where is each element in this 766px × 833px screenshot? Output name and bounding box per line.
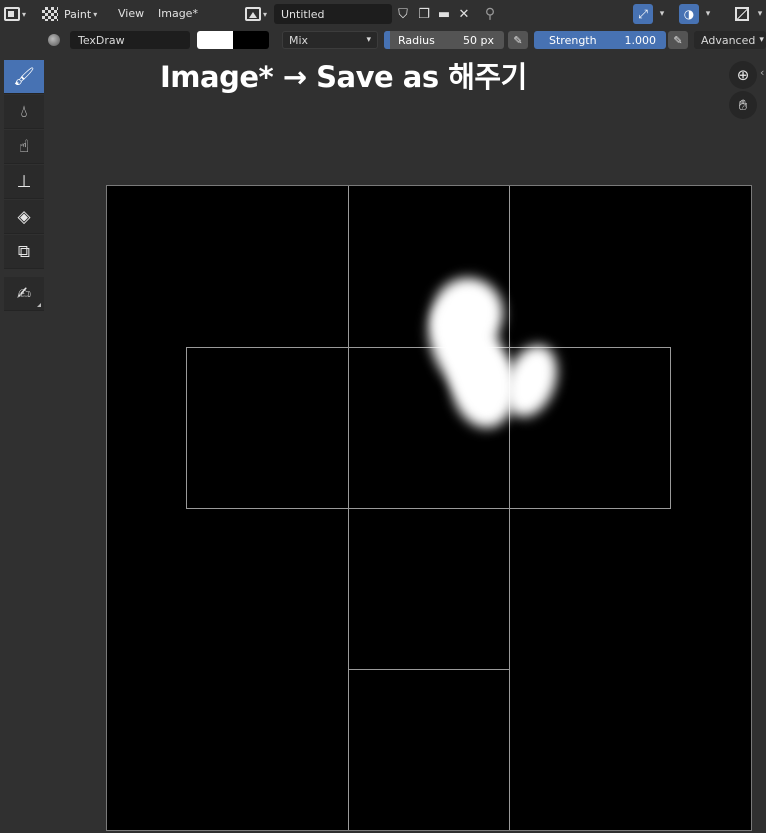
tool-settings-bar: TexDraw Mix ▾ Radius 50 px ✎ Strength 1.… [0,28,766,52]
tool-variants-corner [37,303,41,307]
advanced-dropdown[interactable]: Advanced ▾ [694,31,766,49]
display-channels-dropdown[interactable]: ▾ [752,4,766,24]
menu-image[interactable]: Image* [158,7,198,20]
overlay-icon: ◑ [683,7,695,21]
uv-face-lower [348,508,510,670]
radius-slider-fill [384,31,390,49]
tool-soften[interactable]: 💧︎ [4,95,44,129]
duplicate-icon: ❐ [418,6,430,22]
mode-label: Paint [64,7,92,21]
pan-view-button[interactable]: ✋︎ [729,91,757,119]
strength-value: 1.000 [624,33,657,47]
radius-slider[interactable]: Radius 50 px [384,31,504,49]
hand-icon: ✋︎ [738,96,748,114]
tool-mask[interactable]: ⧉ [4,235,44,269]
checkerboard-icon [42,7,58,21]
secondary-color-swatch[interactable] [233,31,269,49]
tool-clone[interactable]: ⊥ [4,165,44,199]
chevron-down-icon: ▾ [22,9,27,19]
chevron-down-icon: ▾ [659,9,665,19]
chevron-down-icon: ▾ [93,9,98,19]
gizmo-icon: ⤢ [638,6,648,21]
tool-draw[interactable]: 🖌︎ [4,60,44,94]
primary-color-swatch[interactable] [197,31,233,49]
show-gizmo-toggle[interactable]: ⤢ [633,4,653,24]
stamp-icon: ⊥ [16,171,32,192]
zoom-view-button[interactable]: ⊕ [729,61,757,89]
tool-smear[interactable]: ☝︎ [4,130,44,164]
image-editor-header: ▾ Paint ▾ View Image* ▾ Untitled ⛉ ❐ ▬ ✕… [0,0,766,28]
advanced-label: Advanced [701,33,756,47]
new-image-button[interactable]: ❐ [414,4,434,24]
mode-selector[interactable]: Paint ▾ [42,4,106,24]
blend-mode-select[interactable]: Mix ▾ [282,31,378,49]
zoom-icon: ⊕ [736,66,750,84]
annotate-pen-icon: ✍︎ [16,283,32,304]
droplet-icon: 💧︎ [20,101,28,122]
display-channels-icon [735,7,749,21]
menu-view[interactable]: View [118,7,144,20]
paint-bucket-icon: ◈ [17,206,31,227]
instruction-annotation: Image* → Save as 해주기 [160,60,527,94]
image-editor-icon [4,7,20,21]
brush-preview-icon[interactable] [48,34,60,46]
mask-icon: ⧉ [17,241,31,262]
show-overlays-toggle[interactable]: ◑ [679,4,699,24]
pin-button[interactable]: ⚲ [480,4,500,24]
chevron-down-icon: ▾ [759,35,764,45]
folder-icon: ▬ [437,6,451,22]
region-toggle-arrow-icon[interactable]: ‹ [760,66,764,79]
gizmo-options-dropdown[interactable]: ▾ [654,4,670,24]
radius-value: 50 px [463,33,494,47]
image-canvas[interactable] [106,185,752,831]
tool-fill[interactable]: ◈ [4,200,44,234]
strength-pressure-toggle[interactable]: ✎ [668,31,688,49]
image-icon [245,7,261,21]
uv-face-bottom [348,669,510,830]
shield-icon: ⛉ [398,6,408,22]
radius-label: Radius [398,33,435,47]
strength-slider[interactable]: Strength 1.000 [534,31,666,49]
chevron-down-icon: ▾ [263,9,268,19]
smear-icon: ☝︎ [18,136,30,157]
brush-name-field[interactable]: TexDraw [70,31,190,49]
chevron-down-icon: ▾ [366,35,371,45]
pen-pressure-icon: ✎ [513,33,523,47]
fake-user-button[interactable]: ⛉ [393,4,413,24]
pin-icon: ⚲ [484,6,496,22]
radius-pressure-toggle[interactable]: ✎ [508,31,528,49]
close-icon: ✕ [458,6,470,22]
unlink-image-button[interactable]: ✕ [454,4,474,24]
overlay-options-dropdown[interactable]: ▾ [700,4,716,24]
editor-type-selector[interactable]: ▾ [4,4,36,24]
chevron-down-icon: ▾ [705,9,711,19]
open-image-button[interactable]: ▬ [434,4,454,24]
brush-icon: 🖌︎ [13,66,35,87]
image-name-field[interactable]: Untitled [274,4,392,24]
pen-pressure-icon: ✎ [673,33,683,47]
display-channels-button[interactable] [732,4,752,24]
strength-label: Strength [549,33,597,47]
browse-image-button[interactable]: ▾ [245,4,273,24]
chevron-down-icon: ▾ [757,9,763,19]
blend-mode-value: Mix [289,33,309,47]
tool-annotate[interactable]: ✍︎ [4,277,44,311]
